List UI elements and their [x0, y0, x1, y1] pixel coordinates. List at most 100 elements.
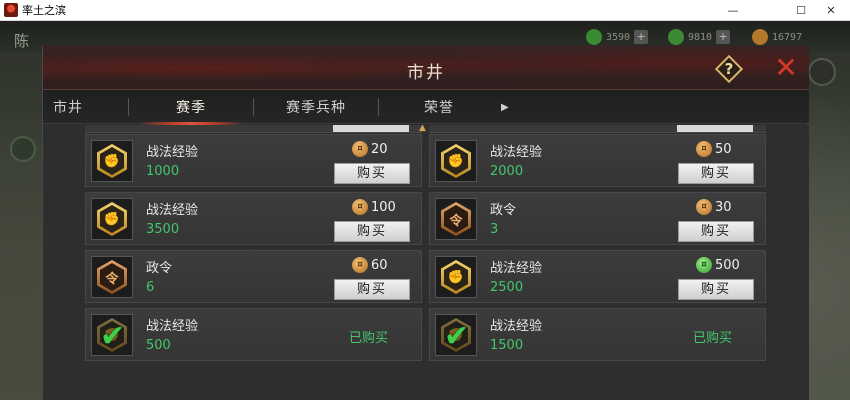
item-icon-frame: ✊ — [91, 198, 133, 240]
price-amount: 30 — [715, 199, 732, 215]
item-price: ¤ 20 — [352, 141, 388, 157]
item-price: ¤ 30 — [696, 199, 732, 215]
price-amount: 100 — [371, 199, 396, 215]
item-icon-frame: ✊ — [435, 256, 477, 298]
item-name: 战法经验 — [490, 319, 543, 334]
purchased-status: 已购买 — [693, 331, 733, 346]
scroll-up-arrow-icon[interactable]: ▲ — [419, 125, 426, 133]
map-button-left[interactable] — [10, 136, 36, 162]
item-quantity: 1500 — [490, 338, 524, 353]
buy-button[interactable]: 购买 — [678, 279, 754, 300]
item-icon-frame: ✊ — [91, 140, 133, 182]
list-item: ✊ 战法经验 3500 ¤ 100 购买 — [85, 192, 422, 245]
resource-value: 9810 — [688, 31, 713, 43]
buy-button[interactable]: 购买 — [334, 163, 410, 184]
item-quantity: 2000 — [490, 164, 524, 179]
hud-resource-jade-1: 3590 + — [586, 28, 649, 46]
item-quantity: 2500 — [490, 280, 524, 295]
buy-button-partial[interactable] — [333, 125, 409, 132]
item-quantity: 3 — [490, 222, 499, 237]
item-name: 战法经验 — [146, 145, 199, 160]
resource-value: 16797 — [772, 31, 803, 43]
item-icon-frame: 令 — [91, 256, 133, 298]
list-item: ✊ 战法经验 1000 ¤ 20 购买 — [85, 134, 422, 187]
hud-resource-copper: 16797 — [752, 28, 802, 46]
window-close-button[interactable]: ✕ — [808, 0, 850, 21]
item-quantity: 6 — [146, 280, 155, 295]
item-quantity: 1000 — [146, 164, 180, 179]
jade-icon — [668, 29, 684, 45]
check-icon: ✔ — [100, 319, 126, 354]
item-price: ¤ 500 — [696, 257, 740, 273]
copper-coin-icon: ¤ — [352, 257, 368, 273]
tab-honor[interactable]: 荣誉 — [379, 90, 499, 124]
list-item: ✊ 战法经验 2500 ¤ 500 购买 — [429, 250, 766, 303]
buy-button-partial[interactable] — [677, 125, 753, 132]
panel-title: 市井 — [407, 63, 445, 83]
list-item: 令 政令 3 ¤ 30 购买 — [429, 192, 766, 245]
copper-icon — [752, 29, 768, 45]
app-icon — [4, 3, 18, 17]
fist-icon: ✊ — [97, 144, 127, 178]
item-name: 政令 — [146, 261, 173, 276]
list-item: ✊ ✔ 战法经验 1500 已购买 — [429, 308, 766, 361]
tab-season-troops[interactable]: 赛季兵种 — [254, 90, 378, 124]
window-titlebar: 率土之滨 — ☐ ✕ — [0, 0, 850, 21]
copper-coin-icon: ¤ — [696, 199, 712, 215]
item-name: 战法经验 — [490, 261, 543, 276]
fist-icon: ✊ — [441, 144, 471, 178]
item-quantity: 3500 — [146, 222, 180, 237]
item-icon-frame: ✊ — [435, 140, 477, 182]
tab-season[interactable]: 赛季 — [129, 90, 253, 125]
check-icon: ✔ — [444, 319, 470, 354]
list-item: ✊ ✔ 战法经验 500 已购买 — [85, 308, 422, 361]
list-item-partial — [429, 125, 766, 133]
item-name: 战法经验 — [146, 319, 199, 334]
buy-button[interactable]: 购买 — [334, 221, 410, 242]
copper-coin-icon: ¤ — [696, 141, 712, 157]
item-price: ¤ 50 — [696, 141, 732, 157]
buy-button[interactable]: 购买 — [678, 163, 754, 184]
item-icon-frame: ✊ ✔ — [435, 314, 477, 356]
list-item: 令 政令 6 ¤ 60 购买 — [85, 250, 422, 303]
market-panel: 市井 ? ✕ 市井 赛季 赛季兵种 荣誉 ▶ ▲ ✊ 战法经验 1000 ¤ 2… — [42, 46, 809, 400]
buy-button[interactable]: 购买 — [678, 221, 754, 242]
order-icon: 令 — [441, 202, 471, 236]
order-icon: 令 — [97, 260, 127, 294]
item-quantity: 500 — [146, 338, 171, 353]
add-resource-button[interactable]: + — [634, 30, 649, 44]
item-name: 政令 — [490, 203, 517, 218]
minimize-button[interactable]: — — [710, 0, 756, 21]
resource-value: 3590 — [606, 31, 631, 43]
tab-next-arrow-icon[interactable]: ▶ — [501, 102, 509, 113]
item-name: 战法经验 — [146, 203, 199, 218]
panel-header: 市井 ? ✕ — [43, 46, 809, 90]
list-item-partial — [85, 125, 422, 133]
price-amount: 50 — [715, 141, 732, 157]
panel-close-button[interactable]: ✕ — [771, 54, 801, 84]
hud-resource-jade-2: 9810 + — [668, 28, 731, 46]
window-title: 率土之滨 — [22, 4, 66, 17]
item-icon-frame: 令 — [435, 198, 477, 240]
item-icon-frame: ✊ ✔ — [91, 314, 133, 356]
map-button-right[interactable] — [808, 58, 836, 86]
buy-button[interactable]: 购买 — [334, 279, 410, 300]
fist-icon: ✊ — [441, 260, 471, 294]
item-list[interactable]: ▲ ✊ 战法经验 1000 ¤ 20 购买 ✊ 战法经验 2000 ¤ 50 购… — [43, 125, 809, 400]
price-amount: 60 — [371, 257, 388, 273]
copper-coin-icon: ¤ — [352, 141, 368, 157]
item-price: ¤ 60 — [352, 257, 388, 273]
price-amount: 20 — [371, 141, 388, 157]
help-button[interactable]: ? — [714, 54, 744, 84]
item-name: 战法经验 — [490, 145, 543, 160]
item-price: ¤ 100 — [352, 199, 396, 215]
copper-coin-icon: ¤ — [352, 199, 368, 215]
price-amount: 500 — [715, 257, 740, 273]
add-resource-button[interactable]: + — [716, 30, 731, 44]
jade-coin-icon: ¤ — [696, 257, 712, 273]
list-item: ✊ 战法经验 2000 ¤ 50 购买 — [429, 134, 766, 187]
tab-bar: 市井 赛季 赛季兵种 荣誉 ▶ — [43, 90, 809, 125]
tab-market[interactable]: 市井 — [43, 90, 83, 124]
jade-icon — [586, 29, 602, 45]
purchased-status: 已购买 — [349, 331, 389, 346]
